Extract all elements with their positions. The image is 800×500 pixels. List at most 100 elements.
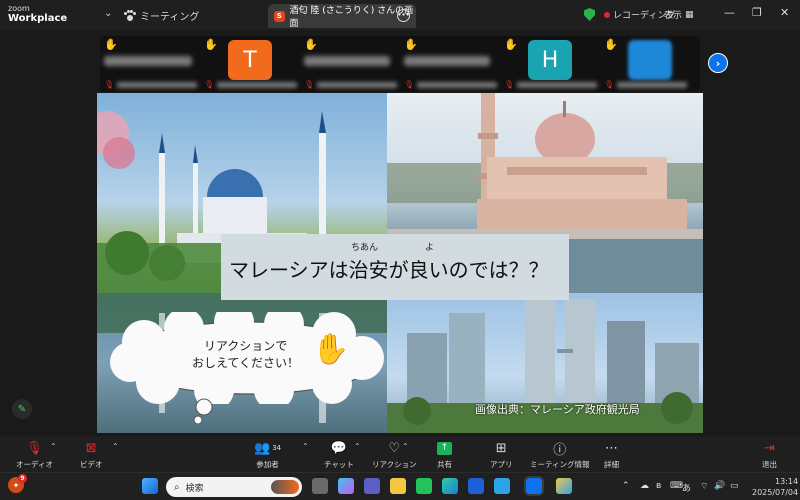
search-icon: ⌕ bbox=[174, 481, 180, 493]
meeting-label: ミーティング bbox=[140, 12, 200, 23]
line-icon[interactable] bbox=[416, 478, 432, 494]
participant-tile[interactable]: ✋ 🎙 bbox=[300, 36, 400, 92]
reactions-caret-icon[interactable]: ⌃ bbox=[402, 442, 409, 451]
pen-icon: ✎ bbox=[17, 403, 27, 415]
battery-icon[interactable]: ▭ bbox=[730, 481, 739, 491]
teams-icon[interactable] bbox=[364, 478, 380, 494]
participant-tile[interactable]: ✋ H 🎙 bbox=[500, 36, 600, 92]
volume-icon[interactable]: 🔊 bbox=[714, 481, 725, 491]
clock-time: 13:14 bbox=[775, 477, 799, 486]
app-icon[interactable] bbox=[556, 478, 572, 494]
word-icon[interactable] bbox=[468, 478, 484, 494]
avatar: T bbox=[228, 40, 272, 80]
bluetooth-icon[interactable]: ʙ bbox=[656, 481, 661, 491]
video-button[interactable]: ⊠ ビデオ bbox=[80, 439, 103, 470]
notification-widget[interactable]: ✦ 9 bbox=[8, 474, 27, 493]
task-view-icon[interactable] bbox=[312, 478, 328, 494]
title-bar: zoom Workplace ⌄ ミーティング S 酒匂 陸 (さこうりく) さ… bbox=[0, 0, 800, 30]
participant-tile[interactable]: ✋ 🎙 bbox=[600, 36, 700, 92]
close-button[interactable]: ✕ bbox=[780, 6, 789, 19]
apps-label: アプリ bbox=[490, 460, 513, 469]
apps-button[interactable]: ⊞ アプリ bbox=[490, 439, 513, 470]
mic-muted-icon: 🎙 bbox=[104, 80, 115, 89]
raised-hand-icon: ✋ bbox=[604, 38, 618, 51]
zoom-logo: zoom Workplace bbox=[8, 4, 67, 24]
participant-strip: ✋ 🎙 ✋ T 🎙 ✋ 🎙 ✋ 🎙 ✋ H 🎙 ✋ 🎙 bbox=[100, 36, 700, 92]
share-button[interactable]: ↑ 共有 bbox=[437, 439, 452, 470]
mic-muted-icon: 🎙 bbox=[204, 80, 215, 89]
zoom-app-icon[interactable] bbox=[524, 476, 544, 496]
paw-icon bbox=[124, 10, 136, 21]
cloud-icon[interactable]: ☁ bbox=[640, 481, 649, 491]
record-dot-icon bbox=[604, 11, 610, 18]
clock[interactable]: 13:14 2025/07/04 bbox=[752, 476, 798, 498]
raised-hand-icon: ✋ bbox=[104, 38, 118, 51]
chevron-down-icon[interactable]: ⌄ bbox=[104, 8, 112, 19]
mic-muted-icon: 🎙 bbox=[404, 80, 415, 89]
audio-options-caret-icon[interactable]: ⌃ bbox=[50, 442, 57, 451]
participant-tile[interactable]: ✋ 🎙 bbox=[100, 36, 200, 92]
taskbar-search[interactable]: ⌕ 検索 bbox=[166, 477, 302, 497]
annotate-pen-button[interactable]: ✎ bbox=[12, 399, 32, 419]
leave-label: 退出 bbox=[762, 460, 777, 469]
furigana-chian: ちあん bbox=[351, 243, 379, 253]
security-shield-icon[interactable] bbox=[584, 8, 595, 21]
meeting-menu[interactable]: ミーティング bbox=[124, 8, 199, 23]
next-page-button[interactable]: › bbox=[708, 53, 728, 73]
share-screen-icon: ↑ bbox=[437, 441, 452, 455]
blurred-subname bbox=[317, 81, 398, 88]
restore-button[interactable]: ❐ bbox=[752, 6, 762, 19]
sharer-initial: S bbox=[274, 10, 285, 22]
chat-button[interactable]: 💬 チャット bbox=[324, 439, 354, 470]
blurred-subname bbox=[217, 81, 298, 88]
zoom-window: zoom Workplace ⌄ ミーティング S 酒匂 陸 (さこうりく) さ… bbox=[0, 0, 800, 500]
app-icon[interactable] bbox=[494, 478, 510, 494]
bubble-line-2: おしえてください！ bbox=[192, 356, 300, 370]
minimize-button[interactable]: — bbox=[724, 6, 735, 19]
wifi-icon[interactable]: ⌔ bbox=[700, 481, 708, 492]
reactions-button[interactable]: ♡ リアクション bbox=[372, 439, 417, 470]
audio-button[interactable]: 🎙 オーディオ bbox=[16, 439, 53, 470]
participants-caret-icon[interactable]: ⌃ bbox=[302, 442, 309, 451]
more-options-icon[interactable]: ••• bbox=[397, 9, 410, 22]
raised-hand-icon: ✋ bbox=[304, 38, 318, 51]
screen-share-tab[interactable]: S 酒匂 陸 (さこうりく) さんの画面 ••• bbox=[268, 4, 416, 29]
video-options-caret-icon[interactable]: ⌃ bbox=[112, 442, 119, 451]
edge-icon[interactable] bbox=[442, 478, 458, 494]
windows-start-icon[interactable] bbox=[142, 478, 158, 494]
chat-icon: 💬 bbox=[330, 440, 348, 456]
avatar: H bbox=[528, 40, 572, 80]
leave-button[interactable]: ⇥ 退出 bbox=[762, 439, 777, 470]
participants-icon: 👥 34 bbox=[254, 440, 282, 456]
blurred-name bbox=[304, 56, 390, 66]
chat-caret-icon[interactable]: ⌃ bbox=[354, 442, 361, 451]
participant-tile[interactable]: ✋ 🎙 bbox=[400, 36, 500, 92]
raised-hand-icon: ✋ bbox=[504, 38, 518, 51]
tray-overflow-icon[interactable]: ⌃ bbox=[622, 481, 630, 491]
mic-muted-icon: 🎙 bbox=[504, 80, 515, 89]
participants-button[interactable]: 👥 34 参加者 bbox=[254, 439, 281, 470]
participant-tile[interactable]: ✋ T 🎙 bbox=[200, 36, 300, 92]
participant-count: 34 bbox=[272, 444, 282, 452]
notification-badge: 9 bbox=[18, 474, 27, 483]
search-highlight-icon bbox=[271, 480, 299, 494]
clock-date: 2025/07/04 bbox=[752, 488, 799, 497]
view-button[interactable]: 表示 ▦ bbox=[664, 8, 694, 22]
image-credit: 画像出典：マレーシア政府観光局 bbox=[475, 403, 640, 416]
bubble-line-1: リアクションで bbox=[203, 339, 288, 353]
meeting-info-button[interactable]: ⓘ ミーティング情報 bbox=[530, 439, 590, 470]
meeting-toolbar: 🎙 オーディオ ⌃ ⊠ ビデオ ⌃ 👥 34 参加者 ⌃ 💬 チャット ⌃ ♡ リ… bbox=[0, 436, 800, 472]
more-label: 詳細 bbox=[604, 460, 619, 469]
reactions-label: リアクション bbox=[372, 460, 417, 469]
raised-hand-icon: ✋ bbox=[312, 332, 350, 367]
share-label: 共有 bbox=[437, 460, 452, 469]
file-explorer-icon[interactable] bbox=[390, 478, 406, 494]
logo-big-text: Workplace bbox=[8, 13, 68, 24]
more-button[interactable]: ⋯ 詳細 bbox=[604, 439, 619, 470]
view-label: 表示 bbox=[664, 11, 683, 21]
copilot-icon[interactable] bbox=[338, 478, 354, 494]
audio-label: オーディオ bbox=[16, 460, 53, 469]
ime-mode[interactable]: あ bbox=[682, 481, 691, 494]
chevron-right-icon: › bbox=[715, 56, 721, 70]
slide-title-box: ちあん よ マレーシアは治安が良いのでは？？ bbox=[221, 234, 569, 300]
